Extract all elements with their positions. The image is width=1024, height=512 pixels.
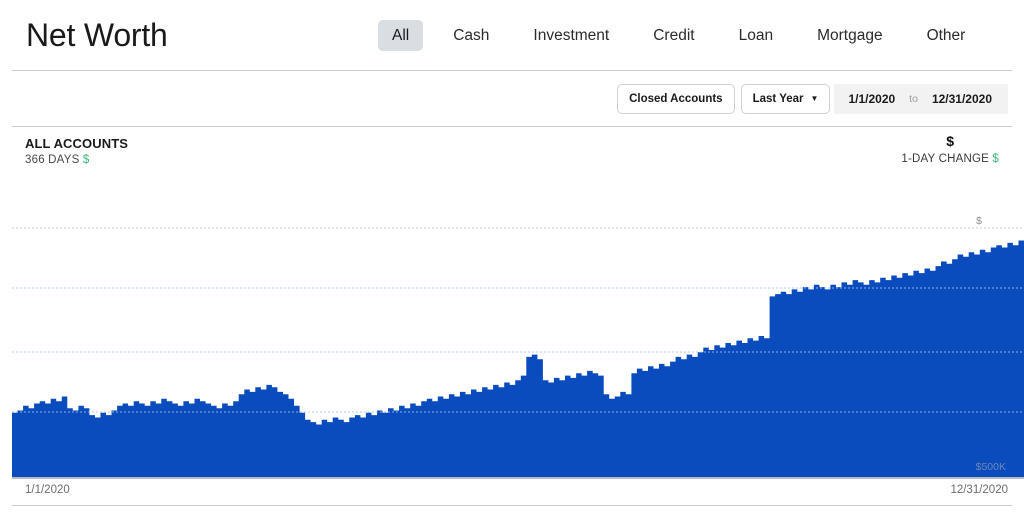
date-to-field[interactable]: 12/31/2020 (932, 92, 992, 106)
account-type-tabs: All Cash Investment Credit Loan Mortgage Other (378, 20, 980, 52)
period-value: $ (82, 154, 90, 166)
x-axis-end-label: 12/31/2020 (950, 484, 1008, 496)
date-range[interactable]: 1/1/2020 to 12/31/2020 (834, 84, 1008, 114)
summary-right: $ 1-DAY CHANGE $ (901, 133, 999, 165)
net-worth-area-chart[interactable] (12, 180, 1024, 478)
filterbar-divider (12, 126, 1012, 127)
range-preset-dropdown[interactable]: Last Year ▼ (740, 84, 831, 114)
tab-all[interactable]: All (378, 20, 424, 52)
filter-bar: Closed Accounts Last Year ▼ 1/1/2020 to … (617, 84, 1008, 114)
range-preset-label: Last Year (752, 93, 804, 105)
period-summary: 366 DAYS $ (25, 154, 128, 166)
tab-cash[interactable]: Cash (439, 20, 503, 51)
gridline-label-top: $ (976, 215, 982, 227)
closed-accounts-label: Closed Accounts (629, 93, 723, 105)
footer-divider (12, 505, 1012, 506)
chart-canvas[interactable] (12, 180, 1024, 478)
one-day-change: 1-DAY CHANGE $ (901, 153, 999, 165)
page-title: Net Worth (26, 16, 168, 53)
net-worth-page: Net Worth All Cash Investment Credit Loan Mor… (0, 0, 1024, 512)
x-axis-start-label: 1/1/2020 (25, 484, 70, 496)
account-scope-label: ALL ACCOUNTS (25, 136, 129, 151)
tab-investment[interactable]: Investment (519, 20, 623, 51)
chart-area-series (12, 238, 1024, 478)
summary-left: ALL ACCOUNTS 366 DAYS $ (25, 136, 128, 166)
gridline-label-bottom: $500K (975, 461, 1006, 473)
tab-credit[interactable]: Credit (639, 20, 708, 51)
date-range-separator: to (909, 93, 918, 105)
closed-accounts-button[interactable]: Closed Accounts (617, 84, 735, 114)
period-label: 366 DAYS (25, 154, 80, 166)
tab-loan[interactable]: Loan (725, 20, 787, 51)
change-value: $ (992, 153, 999, 166)
change-label: 1-DAY CHANGE (901, 153, 989, 166)
date-from-field[interactable]: 1/1/2020 (848, 92, 895, 106)
chart-baseline (12, 477, 1024, 479)
tab-mortgage[interactable]: Mortgage (803, 20, 896, 51)
tab-other[interactable]: Other (913, 20, 980, 51)
total-net-worth-value: $ (946, 133, 955, 149)
chevron-down-icon: ▼ (810, 94, 819, 103)
header-divider (12, 70, 1012, 71)
